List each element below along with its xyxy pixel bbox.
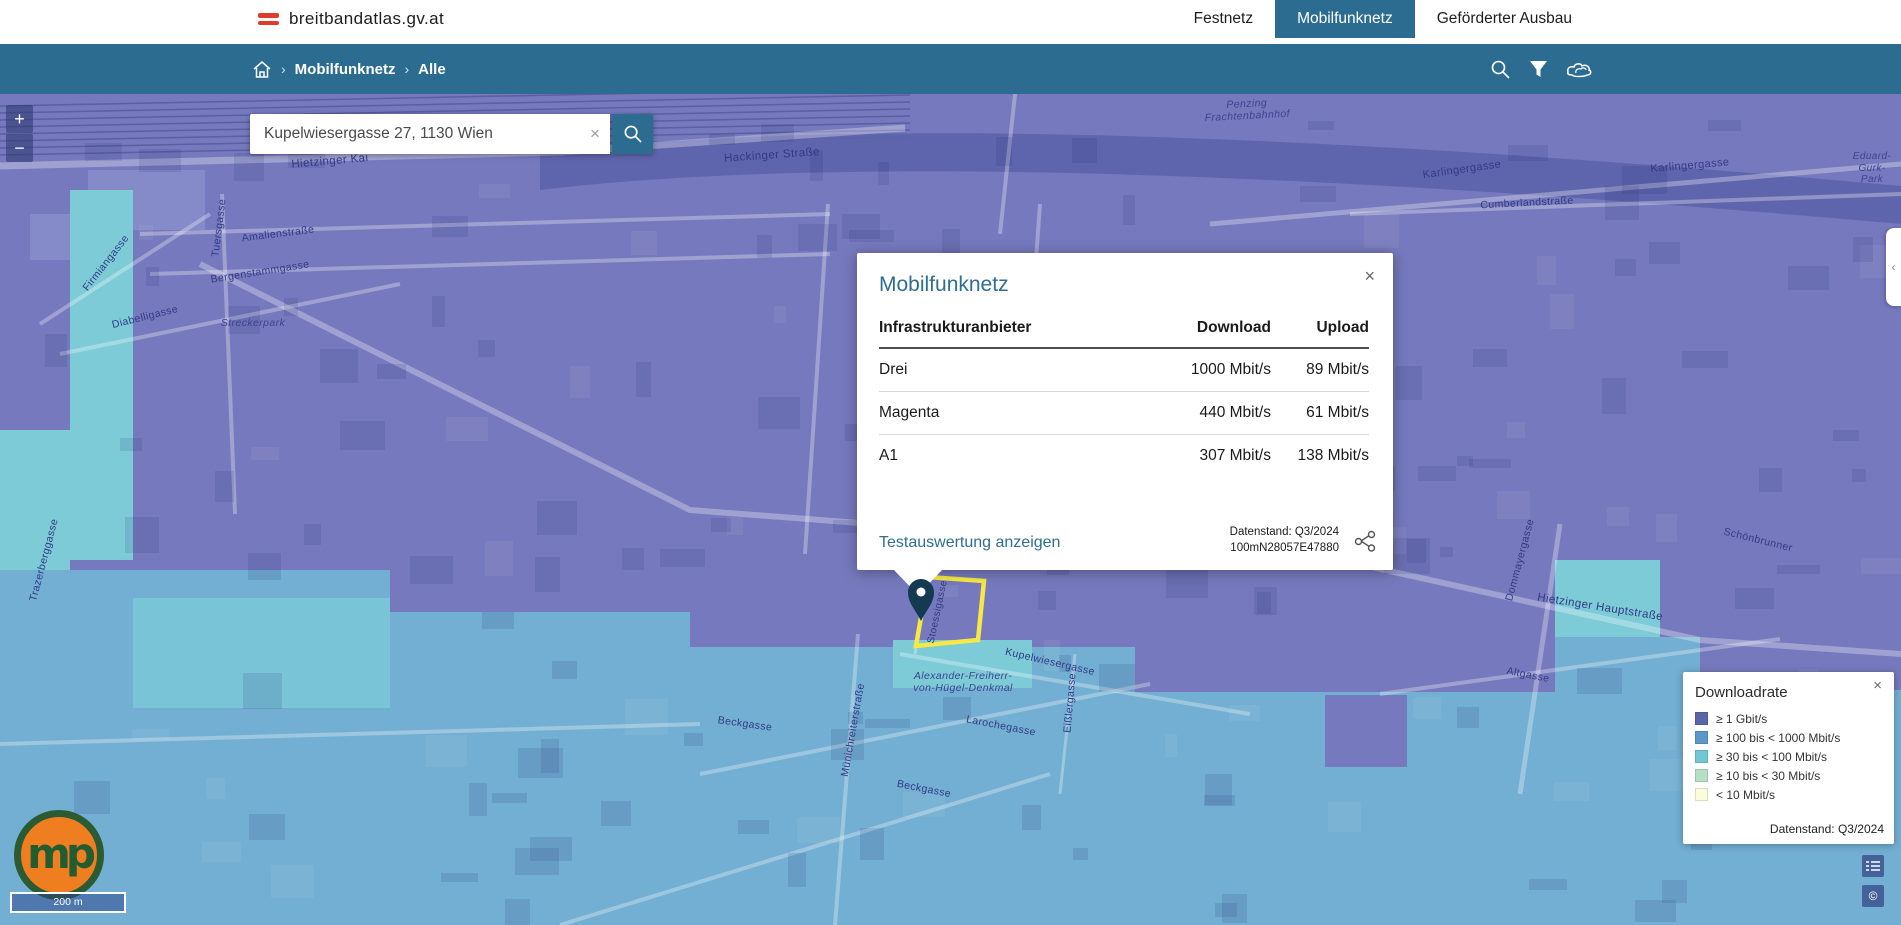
zoom-controls: + − [6, 105, 33, 162]
share-icon [1353, 529, 1377, 553]
test-evaluation-link[interactable]: Testauswertung anzeigen [879, 534, 1060, 552]
popup-meta: Datenstand: Q3/2024 100mN28057E47880 [1230, 524, 1339, 556]
table-cell: A1 [879, 435, 1134, 478]
breadcrumb: › Mobilfunknetz › Alle [252, 44, 446, 94]
table-cell: 1000 Mbit/s [1134, 348, 1271, 392]
legend-label: ≥ 10 bis < 30 Mbit/s [1716, 769, 1820, 783]
austria-flag-icon [258, 13, 279, 25]
legend-item: < 10 Mbit/s [1695, 788, 1840, 801]
legend-swatch [1695, 731, 1708, 744]
collapse-panel-tab[interactable]: ‹ [1886, 228, 1901, 306]
legend-label: < 10 Mbit/s [1716, 788, 1775, 802]
search-icon [1490, 59, 1511, 80]
toolbar: › Mobilfunknetz › Alle [0, 44, 1901, 94]
search-icon [623, 124, 643, 144]
home-icon[interactable] [252, 60, 272, 79]
copyright-icon: © [1869, 889, 1878, 903]
legend-label: ≥ 1 Gbit/s [1716, 712, 1767, 726]
table-cell: Magenta [879, 392, 1134, 435]
nav-tabs: FestnetzMobilfunknetzGeförderter Ausbau [1172, 0, 1594, 38]
search-input[interactable] [250, 114, 610, 154]
scale-bar: 200 m [10, 892, 126, 913]
basemap-logo[interactable]: mp [14, 810, 104, 900]
share-button[interactable] [1353, 529, 1377, 556]
legend-toggle-button[interactable] [1862, 855, 1884, 877]
zoom-in-button[interactable]: + [6, 105, 33, 133]
legend-label: ≥ 100 bis < 1000 Mbit/s [1716, 731, 1840, 745]
app-header: breitbandatlas.gv.at FestnetzMobilfunkne… [0, 0, 1901, 44]
location-marker[interactable] [904, 576, 938, 627]
scale-label: 200 m [53, 896, 82, 908]
popup-title: Mobilfunknetz [879, 273, 1009, 297]
search-button[interactable] [612, 114, 653, 154]
breadcrumb-item[interactable]: Mobilfunknetz [295, 61, 396, 78]
table-cell: 138 Mbit/s [1271, 435, 1369, 478]
popup-close-button[interactable]: × [1358, 265, 1381, 288]
legend-item: ≥ 30 bis < 100 Mbit/s [1695, 750, 1840, 763]
clear-search-button[interactable]: × [581, 120, 609, 148]
list-icon [1866, 860, 1880, 872]
search-toggle-button[interactable] [1488, 57, 1513, 82]
table-cell: 440 Mbit/s [1134, 392, 1271, 435]
brand-title: breitbandatlas.gv.at [289, 9, 444, 29]
tab-mobilfunknetz[interactable]: Mobilfunknetz [1275, 0, 1415, 38]
legend-swatch [1695, 788, 1708, 801]
brand-home-link[interactable]: breitbandatlas.gv.at [258, 0, 444, 38]
table-row: Magenta440 Mbit/s61 Mbit/s [879, 392, 1369, 435]
legend-swatch [1695, 769, 1708, 782]
toolbar-actions [1488, 44, 1595, 94]
info-popup: Mobilfunknetz × Infrastrukturanbieter Do… [857, 253, 1393, 570]
column-header: Download [1134, 311, 1271, 348]
legend-data-status: Datenstand: Q3/2024 [1770, 822, 1884, 836]
legend-swatch [1695, 712, 1708, 725]
layers-icon [1566, 60, 1593, 79]
legend-swatch [1695, 750, 1708, 763]
search-bar: × [250, 114, 653, 154]
breadcrumb-separator: › [281, 61, 286, 77]
legend-item: ≥ 10 bis < 30 Mbit/s [1695, 769, 1840, 782]
legend-item: ≥ 100 bis < 1000 Mbit/s [1695, 731, 1840, 744]
column-header: Upload [1271, 311, 1369, 348]
filter-button[interactable] [1527, 58, 1550, 81]
attribution-button[interactable]: © [1862, 885, 1884, 907]
breadcrumb-item[interactable]: Alle [418, 61, 446, 78]
provider-table: Infrastrukturanbieter Download Upload Dr… [879, 311, 1369, 477]
column-header: Infrastrukturanbieter [879, 311, 1134, 348]
legend-close-button[interactable]: × [1867, 676, 1888, 695]
table-row: Drei1000 Mbit/s89 Mbit/s [879, 348, 1369, 392]
grid-cell-id: 100mN28057E47880 [1230, 540, 1339, 556]
breadcrumb-separator: › [405, 61, 410, 77]
data-status: Datenstand: Q3/2024 [1230, 524, 1339, 540]
legend-title: Downloadrate [1695, 684, 1788, 701]
table-cell: 61 Mbit/s [1271, 392, 1369, 435]
legend-item: ≥ 1 Gbit/s [1695, 712, 1840, 725]
tab-festnetz[interactable]: Festnetz [1172, 0, 1275, 38]
legend-label: ≥ 30 bis < 100 Mbit/s [1716, 750, 1827, 764]
table-cell: 307 Mbit/s [1134, 435, 1271, 478]
legend-panel: Downloadrate × ≥ 1 Gbit/s ≥ 100 bis < 100… [1683, 672, 1894, 844]
table-cell: 89 Mbit/s [1271, 348, 1369, 392]
filter-icon [1529, 60, 1548, 79]
map-pin-icon [904, 576, 938, 622]
table-cell: Drei [879, 348, 1134, 392]
tab-geförderter-ausbau[interactable]: Geförderter Ausbau [1415, 0, 1594, 38]
layers-button[interactable] [1564, 58, 1595, 81]
basemap-logo-text: mp [27, 829, 91, 878]
app: Penzing FrachtenbahnhofKarlingergasseKar… [0, 0, 1901, 925]
table-row: A1307 Mbit/s138 Mbit/s [879, 435, 1369, 478]
zoom-out-button[interactable]: − [6, 134, 33, 162]
